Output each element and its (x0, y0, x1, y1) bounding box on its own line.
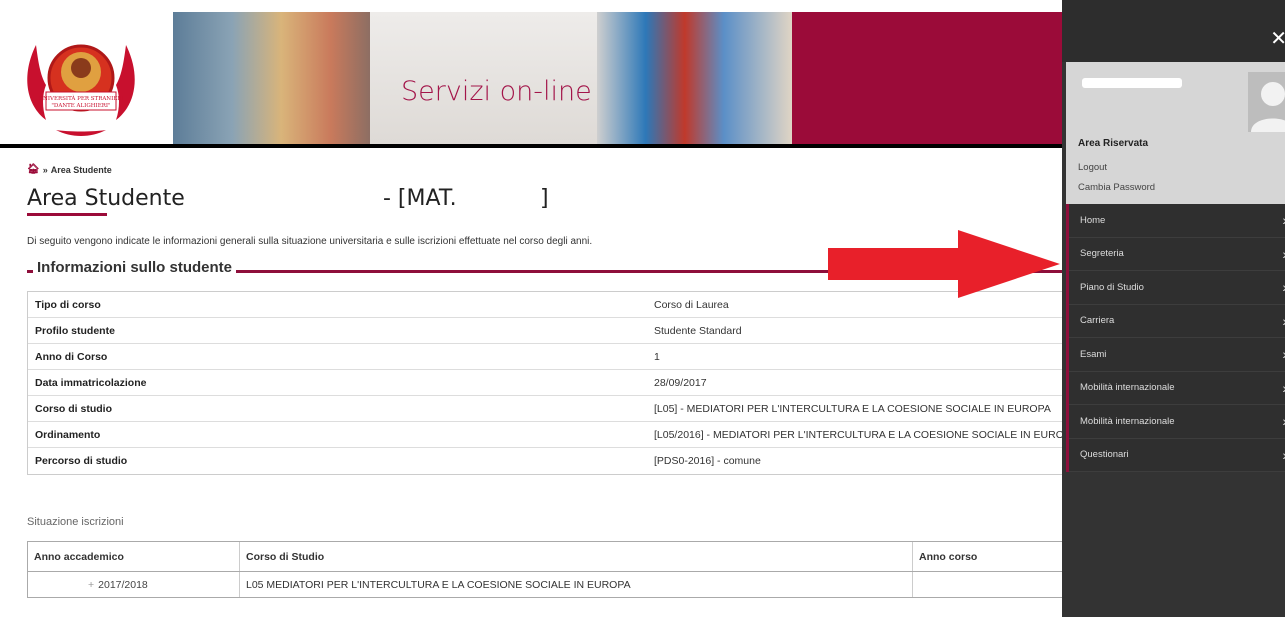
header-bottom-border (0, 144, 1062, 148)
anno-accademico-value: 2017/2018 (98, 578, 148, 591)
avatar-icon (1248, 72, 1285, 132)
user-box: Area Riservata Logout Cambia Password (1066, 62, 1285, 204)
table-row: Percorso di studio [PDS0-2016] - comune (28, 448, 1067, 474)
info-label: Anno di Corso (35, 350, 108, 363)
breadcrumb-separator: » (42, 164, 48, 175)
menu-item-label: Mobilità internazionale (1080, 415, 1175, 427)
menu-item-mobilita-internazionale[interactable]: Mobilità internazionale › (1069, 371, 1285, 405)
column-header-corso-di-studio: Corso di Studio (240, 542, 913, 571)
info-label: Percorso di studio (35, 455, 128, 467)
menu-item-label: Questionari (1080, 449, 1129, 461)
expand-plus-icon[interactable]: + (88, 579, 94, 591)
logo-text-line2: "DANTE ALIGHIERI" (51, 103, 110, 109)
anno-accademico-cell[interactable]: + 2017/2018 (28, 572, 240, 597)
student-info-table: Tipo di corso Corso di Laurea Profilo st… (27, 291, 1067, 475)
menu-item-piano-di-studio[interactable]: Piano di Studio › (1069, 271, 1285, 305)
home-icon[interactable]: 🏠︎ (27, 164, 40, 175)
table-row: Corso di studio [L05] - MEDIATORI PER L'… (28, 396, 1067, 422)
table-row: Profilo studente Studente Standard (28, 318, 1067, 344)
info-label: Tipo di corso (35, 298, 101, 311)
column-header-anno-corso: Anno corso (919, 550, 978, 563)
matricola-prefix: - [MAT. (383, 186, 457, 211)
header-photo-students-right (597, 12, 792, 144)
header-maroon-band (792, 12, 1062, 144)
info-value: [L05] - MEDIATORI PER L'INTERCULTURA E L… (654, 402, 1051, 415)
info-label: Profilo studente (35, 324, 115, 337)
info-label: Corso di studio (35, 402, 112, 415)
intro-text: Di seguito vengono indicate le informazi… (27, 236, 593, 247)
info-value: [PDS0-2016] - comune (654, 455, 761, 467)
menu-item-label: Segreteria (1080, 248, 1124, 260)
menu-item-questionari[interactable]: Questionari › (1069, 438, 1285, 472)
breadcrumb-current: Area Studente (50, 164, 112, 175)
menu-item-segreteria[interactable]: Segreteria › (1069, 237, 1285, 271)
cambia-password-link[interactable]: Cambia Password (1078, 182, 1155, 193)
red-arrow-annotation (828, 230, 1060, 298)
info-label: Data immatricolazione (35, 376, 147, 389)
info-value: Corso di Laurea (654, 298, 729, 311)
matricola-suffix: ] (540, 186, 549, 211)
logo-text-line1: UNIVERSITÀ PER STRANIERI (38, 95, 123, 102)
site-title: Servizi on-line (401, 76, 592, 107)
info-value: 1 (654, 350, 660, 363)
panel-top-bar (1062, 0, 1285, 62)
menu-item-label: Piano di Studio (1080, 281, 1144, 293)
area-riservata-label: Area Riservata (1078, 138, 1149, 149)
breadcrumb: 🏠︎ » Area Studente (27, 164, 112, 175)
menu-item-mobilita-internazionale-2[interactable]: Mobilità internazionale › (1069, 405, 1285, 439)
table-row: Data immatricolazione 28/09/2017 (28, 370, 1067, 396)
info-label: Ordinamento (35, 428, 101, 441)
logout-link[interactable]: Logout (1078, 162, 1107, 173)
table-row[interactable]: + 2017/2018 L05 MEDIATORI PER L'INTERCUL… (28, 572, 1067, 597)
menu-item-carriera[interactable]: Carriera › (1069, 304, 1285, 338)
info-value: Studente Standard (654, 324, 742, 337)
section-title: Informazioni sullo studente (33, 259, 237, 276)
title-underline (27, 213, 107, 216)
info-value: 28/09/2017 (654, 376, 707, 389)
table-row: Anno di Corso 1 (28, 344, 1067, 370)
menu-item-label: Home (1080, 214, 1106, 226)
university-logo[interactable]: UNIVERSITÀ PER STRANIERI "DANTE ALIGHIER… (16, 20, 146, 140)
menu-item-label: Mobilità internazionale (1080, 382, 1175, 394)
menu-item-home[interactable]: Home › (1069, 204, 1285, 238)
redacted-username (1082, 78, 1182, 88)
anno-corso-cell (913, 572, 1067, 597)
table-header-row: Anno accademico Corso di Studio Anno cor… (28, 542, 1067, 572)
table-row: Ordinamento [L05/2016] - MEDIATORI PER L… (28, 422, 1067, 448)
menu-item-esami[interactable]: Esami › (1069, 338, 1285, 372)
header-photo-students-left (173, 12, 370, 144)
side-menu: Home › Segreteria › Piano di Studio › Ca… (1066, 204, 1285, 472)
page-title: Area Studente (27, 186, 185, 211)
iscrizioni-table: Anno accademico Corso di Studio Anno cor… (27, 541, 1067, 598)
iscrizioni-title: Situazione iscrizioni (27, 516, 124, 528)
column-header-anno-accademico: Anno accademico (28, 542, 240, 571)
corso-cell: L05 MEDIATORI PER L'INTERCULTURA E LA CO… (240, 572, 913, 597)
close-icon[interactable]: ✕ (1270, 26, 1285, 51)
menu-item-label: Carriera (1080, 315, 1115, 327)
menu-item-label: Esami (1080, 348, 1107, 360)
info-value: [L05/2016] - MEDIATORI PER L'INTERCULTUR… (654, 428, 1067, 441)
